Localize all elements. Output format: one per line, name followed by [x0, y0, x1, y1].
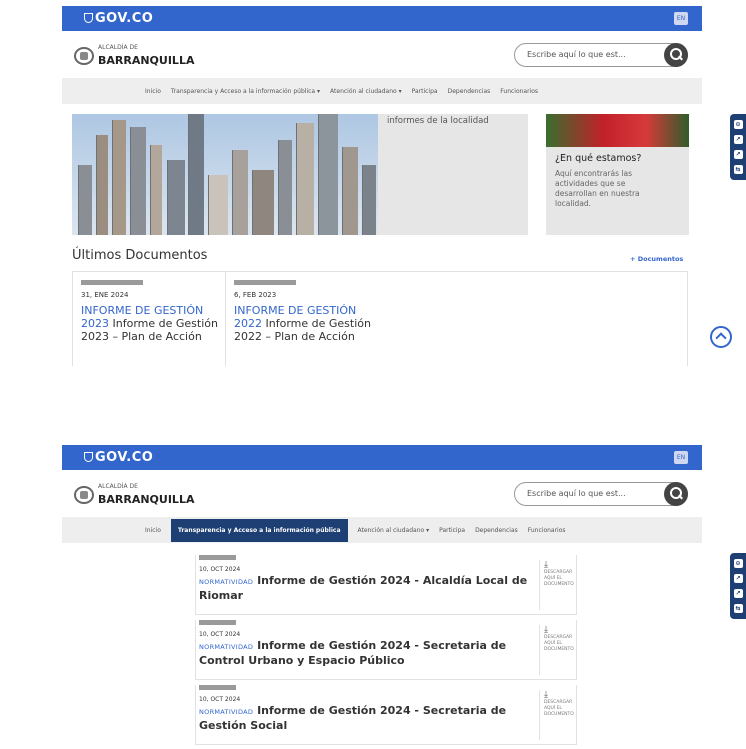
nav-item-funcionarios[interactable]: Funcionarios	[528, 527, 566, 534]
item-date: 10, OCT 2024	[199, 631, 241, 638]
list-item[interactable]: 10, OCT 2024 NORMATIVIDAD Informe de Ges…	[195, 685, 577, 745]
document-date: 6, FEB 2023	[234, 291, 277, 299]
download-button[interactable]: ⤓ DESCARGAR AQUÍ EL DOCUMENTO	[539, 560, 577, 610]
gov-bar: GOV.CO EN	[62, 445, 702, 470]
item-title[interactable]: NORMATIVIDAD Informe de Gestión 2024 - S…	[199, 639, 534, 668]
screenshot-top: GOV.CO EN ALCALDÍA DE BARRANQUILLA Escrib…	[0, 0, 746, 366]
search-icon[interactable]	[664, 43, 688, 67]
documents-list: 31, ENE 2024 INFORME DE GESTIÓN 2023 Inf…	[72, 271, 688, 366]
contrast-icon[interactable]: ⊙	[733, 559, 743, 568]
nav-item-atencion[interactable]: Atención al ciudadano ▾	[358, 527, 430, 534]
search-input[interactable]: Escribe aquí lo que est...	[514, 482, 688, 506]
alcaldia-seal-icon	[74, 47, 94, 65]
site-header: ALCALDÍA DE BARRANQUILLA Escribe aquí lo …	[62, 470, 702, 522]
font-increase-icon[interactable]: ↗	[733, 574, 743, 583]
nav-item-transparencia[interactable]: Transparencia y Acceso a la información …	[171, 88, 320, 95]
list-item[interactable]: 10, OCT 2024 NORMATIVIDAD Informe de Ges…	[195, 620, 577, 680]
nav-item-funcionarios[interactable]: Funcionarios	[500, 88, 538, 95]
brand-small: ALCALDÍA DE	[98, 44, 138, 51]
main-nav: Inicio Transparencia y Acceso a la infor…	[62, 78, 702, 104]
info-panel-text: informes de la localidad	[387, 116, 489, 126]
govco-text: GOV.CO	[95, 450, 154, 465]
info-panel: informes de la localidad	[378, 114, 528, 235]
accessibility-toolbar: ⊙ ↗ ↗ ⇆	[730, 553, 746, 619]
document-title[interactable]: INFORME DE GESTIÓN 2023 Informe de Gesti…	[81, 304, 233, 343]
brand-name: BARRANQUILLA	[98, 54, 195, 67]
item-date: 10, OCT 2024	[199, 566, 241, 573]
brand-logo[interactable]: ALCALDÍA DE BARRANQUILLA	[74, 484, 194, 506]
nav-item-dependencias[interactable]: Dependencias	[475, 527, 518, 534]
nav-item-dependencias[interactable]: Dependencias	[448, 88, 491, 95]
nav-item-atencion[interactable]: Atención al ciudadano ▾	[330, 88, 402, 95]
download-icon: ⤓	[544, 625, 548, 635]
item-keyword: NORMATIVIDAD	[199, 708, 254, 716]
document-card[interactable]: 31, ENE 2024 INFORME DE GESTIÓN 2023 Inf…	[81, 280, 233, 343]
site-header: ALCALDÍA DE BARRANQUILLA Escribe aquí lo …	[62, 31, 702, 83]
nav-item-transparencia-active[interactable]: Transparencia y Acceso a la información …	[170, 518, 348, 542]
govco-text: GOV.CO	[95, 11, 154, 26]
nav-item-inicio[interactable]: Inicio	[145, 527, 161, 534]
category-bar	[234, 280, 296, 285]
section-title: Últimos Documentos	[72, 248, 208, 263]
accessibility-toolbar: ⊙ ↗ ↗ ⇆	[730, 114, 746, 180]
brand-small: ALCALDÍA DE	[98, 483, 138, 490]
document-date: 31, ENE 2024	[81, 291, 129, 299]
contrast-icon[interactable]: ⊙	[733, 120, 743, 129]
more-documents-link[interactable]: + Documentos	[630, 255, 683, 263]
document-card[interactable]: 6, FEB 2023 INFORME DE GESTIÓN 2022 Info…	[234, 280, 386, 343]
download-label: DESCARGAR AQUÍ EL DOCUMENTO	[544, 700, 574, 717]
search-input[interactable]: Escribe aquí lo que est...	[514, 43, 688, 67]
flowers-image	[546, 114, 689, 147]
category-bar	[81, 280, 143, 285]
download-label: DESCARGAR AQUÍ EL DOCUMENTO	[544, 635, 574, 652]
screenshot-bottom: GOV.CO EN ALCALDÍA DE BARRANQUILLA Escrib…	[0, 445, 746, 749]
item-keyword: NORMATIVIDAD	[199, 643, 254, 651]
download-button[interactable]: ⤓ DESCARGAR AQUÍ EL DOCUMENTO	[539, 625, 577, 675]
search-placeholder: Escribe aquí lo que est...	[527, 489, 626, 498]
document-title[interactable]: INFORME DE GESTIÓN 2022 Informe de Gesti…	[234, 304, 386, 343]
card-text: Aquí encontrarás las actividades que se …	[555, 169, 640, 208]
category-bar	[199, 620, 236, 625]
download-label: DESCARGAR AQUÍ EL DOCUMENTO	[544, 570, 574, 587]
nav-item-participa[interactable]: Participa	[412, 88, 438, 95]
download-icon: ⤓	[544, 560, 548, 570]
category-bar	[199, 555, 236, 560]
en-que-estamos-card[interactable]: ¿En qué estamos? Aquí encontrarás las ac…	[546, 114, 689, 235]
govco-logo[interactable]: GOV.CO	[84, 450, 153, 465]
relay-icon[interactable]: ⇆	[733, 604, 743, 613]
govco-shield-icon	[84, 452, 93, 462]
category-bar	[199, 685, 236, 690]
gov-bar: GOV.CO EN	[62, 6, 702, 31]
govco-shield-icon	[84, 13, 93, 23]
card-title: ¿En qué estamos?	[555, 153, 642, 164]
search-placeholder: Escribe aquí lo que est...	[527, 50, 626, 59]
language-button[interactable]: EN	[674, 451, 688, 464]
scroll-to-top-icon[interactable]	[710, 326, 732, 348]
item-keyword: NORMATIVIDAD	[199, 578, 254, 586]
brand-name: BARRANQUILLA	[98, 493, 195, 506]
list-item[interactable]: 10, OCT 2024 NORMATIVIDAD Informe de Ges…	[195, 555, 577, 615]
item-title[interactable]: NORMATIVIDAD Informe de Gestión 2024 - A…	[199, 574, 534, 603]
font-decrease-icon[interactable]: ↗	[733, 589, 743, 598]
language-button[interactable]: EN	[674, 12, 688, 25]
nav-item-participa[interactable]: Participa	[439, 527, 465, 534]
font-decrease-icon[interactable]: ↗	[733, 150, 743, 159]
search-icon[interactable]	[664, 482, 688, 506]
download-button[interactable]: ⤓ DESCARGAR AQUÍ EL DOCUMENTO	[539, 690, 577, 740]
main-nav: Inicio Transparencia y Acceso a la infor…	[62, 517, 702, 543]
item-date: 10, OCT 2024	[199, 696, 241, 703]
city-image	[72, 114, 378, 235]
nav-item-inicio[interactable]: Inicio	[145, 88, 161, 95]
item-title[interactable]: NORMATIVIDAD Informe de Gestión 2024 - S…	[199, 704, 534, 733]
download-icon: ⤓	[544, 690, 548, 700]
relay-icon[interactable]: ⇆	[733, 165, 743, 174]
govco-logo[interactable]: GOV.CO	[84, 11, 153, 26]
brand-logo[interactable]: ALCALDÍA DE BARRANQUILLA	[74, 45, 194, 67]
font-increase-icon[interactable]: ↗	[733, 135, 743, 144]
alcaldia-seal-icon	[74, 486, 94, 504]
